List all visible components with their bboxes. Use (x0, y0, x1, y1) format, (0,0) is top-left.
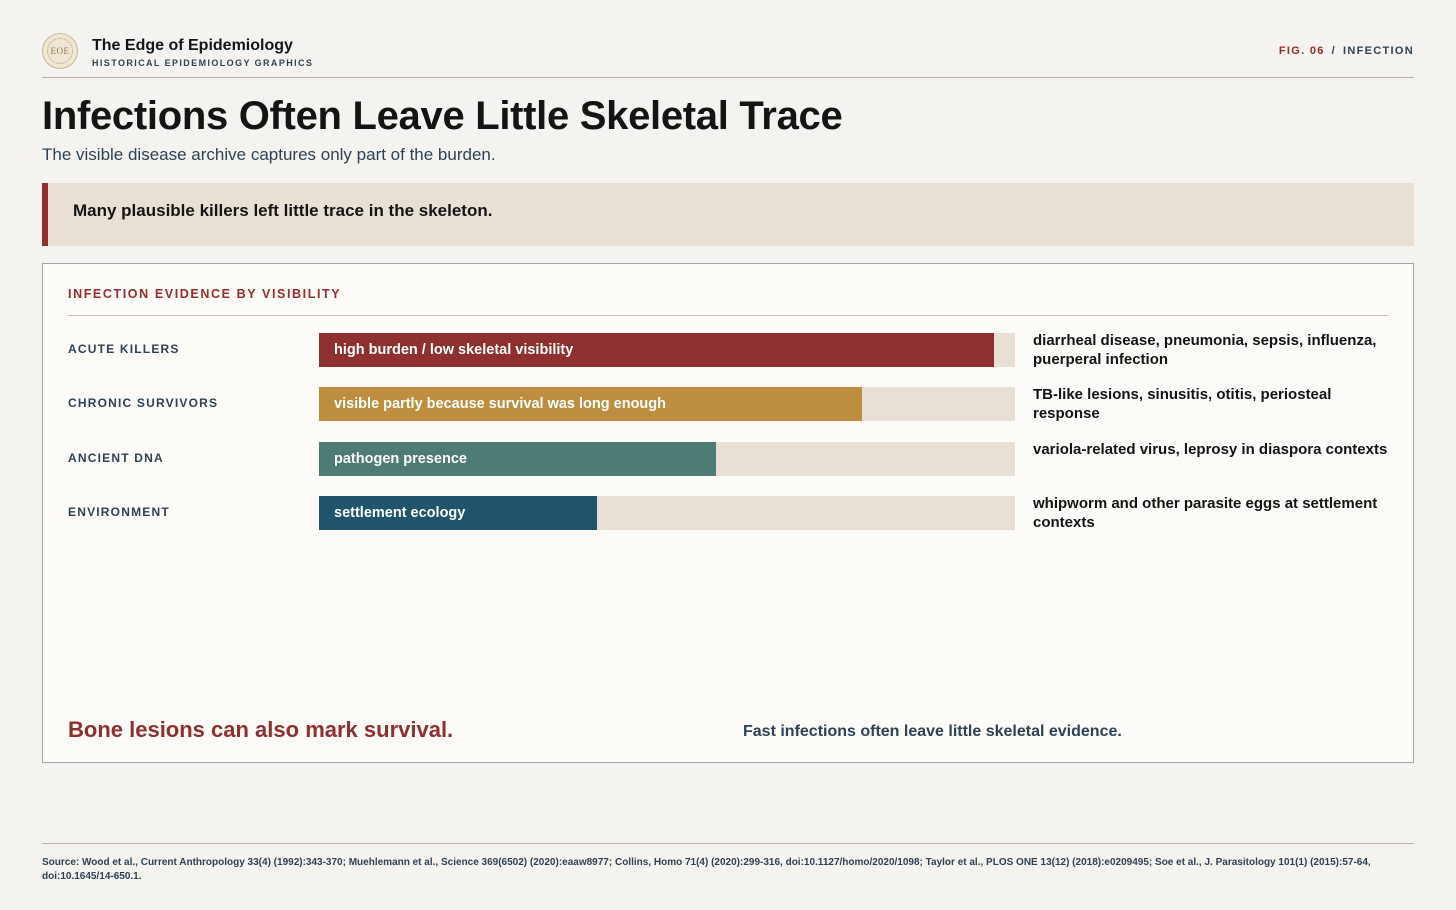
bar-track: high burden / low skeletal visibility (319, 333, 1015, 367)
bar: settlement ecology (319, 495, 598, 530)
chart-title: INFECTION EVIDENCE BY VISIBILITY (68, 287, 1388, 316)
figure-topic: INFECTION (1343, 45, 1414, 57)
page-title: Infections Often Leave Little Skeletal T… (42, 94, 843, 138)
bar-track: visible partly because survival was long… (319, 387, 1015, 422)
bar-track: pathogen presence (319, 441, 1015, 476)
bar: pathogen presence (319, 441, 716, 476)
chart-row: ENVIRONMENT settlement ecology whipworm an… (43, 494, 1413, 531)
evidence-note: TB-like lesions, sinusitis, otitis, peri… (1033, 386, 1332, 423)
chart-panel: INFECTION EVIDENCE BY VISIBILITY ACUTE K… (42, 263, 1414, 763)
brand-subtitle: HISTORICAL EPIDEMIOLOGY GRAPHICS (92, 58, 314, 68)
evidence-note: diarrheal disease, pneumonia, sepsis, in… (1033, 332, 1377, 368)
evidence-note: variola-related virus, leprosy in diaspo… (1033, 440, 1388, 458)
category-label: CHRONIC SURVIVORS (68, 396, 219, 411)
logo-text: EOE (47, 38, 73, 64)
figure-reference: FIG. 06 / INFECTION (1279, 45, 1414, 57)
key-takeaway-callout: Many plausible killers left little trace… (42, 183, 1414, 246)
chart-row: CHRONIC SURVIVORS visible partly because … (43, 385, 1413, 423)
bar-track: settlement ecology (319, 495, 1015, 530)
callout-text: Many plausible killers left little trace… (73, 201, 493, 220)
source-divider (42, 843, 1414, 844)
chart-row: ACUTE KILLERS high burden / low skeletal … (43, 331, 1413, 368)
bar-label: visible partly because survival was long… (334, 396, 666, 413)
figure-separator: / (1331, 45, 1337, 57)
chart-row: ANCIENT DNA pathogen presence variola-rela… (43, 440, 1413, 476)
evidence-note: whipworm and other parasite eggs at sett… (1033, 494, 1378, 531)
logo-seal-icon: EOE (42, 33, 78, 69)
category-label: ANCIENT DNA (68, 450, 164, 465)
annotation-fast-infections: Fast infections often leave little skele… (743, 723, 1122, 740)
page-subtitle: The visible disease archive captures onl… (42, 145, 496, 164)
source-citation: Source: Wood et al., Current Anthropolog… (42, 857, 1371, 882)
bar: high burden / low skeletal visibility (319, 333, 995, 367)
category-label: ACUTE KILLERS (68, 342, 180, 356)
category-label: ENVIRONMENT (68, 504, 170, 519)
bar-label: high burden / low skeletal visibility (334, 342, 574, 358)
page-header: EOE The Edge of Epidemiology HISTORICAL … (42, 30, 1414, 78)
brand-title: The Edge of Epidemiology (92, 37, 293, 54)
bar-label: pathogen presence (334, 450, 467, 467)
figure-number: FIG. 06 (1278, 45, 1325, 57)
annotation-survival: Bone lesions can also mark survival. (68, 717, 454, 742)
bar-label: settlement ecology (334, 504, 466, 521)
bar: visible partly because survival was long… (319, 387, 862, 422)
